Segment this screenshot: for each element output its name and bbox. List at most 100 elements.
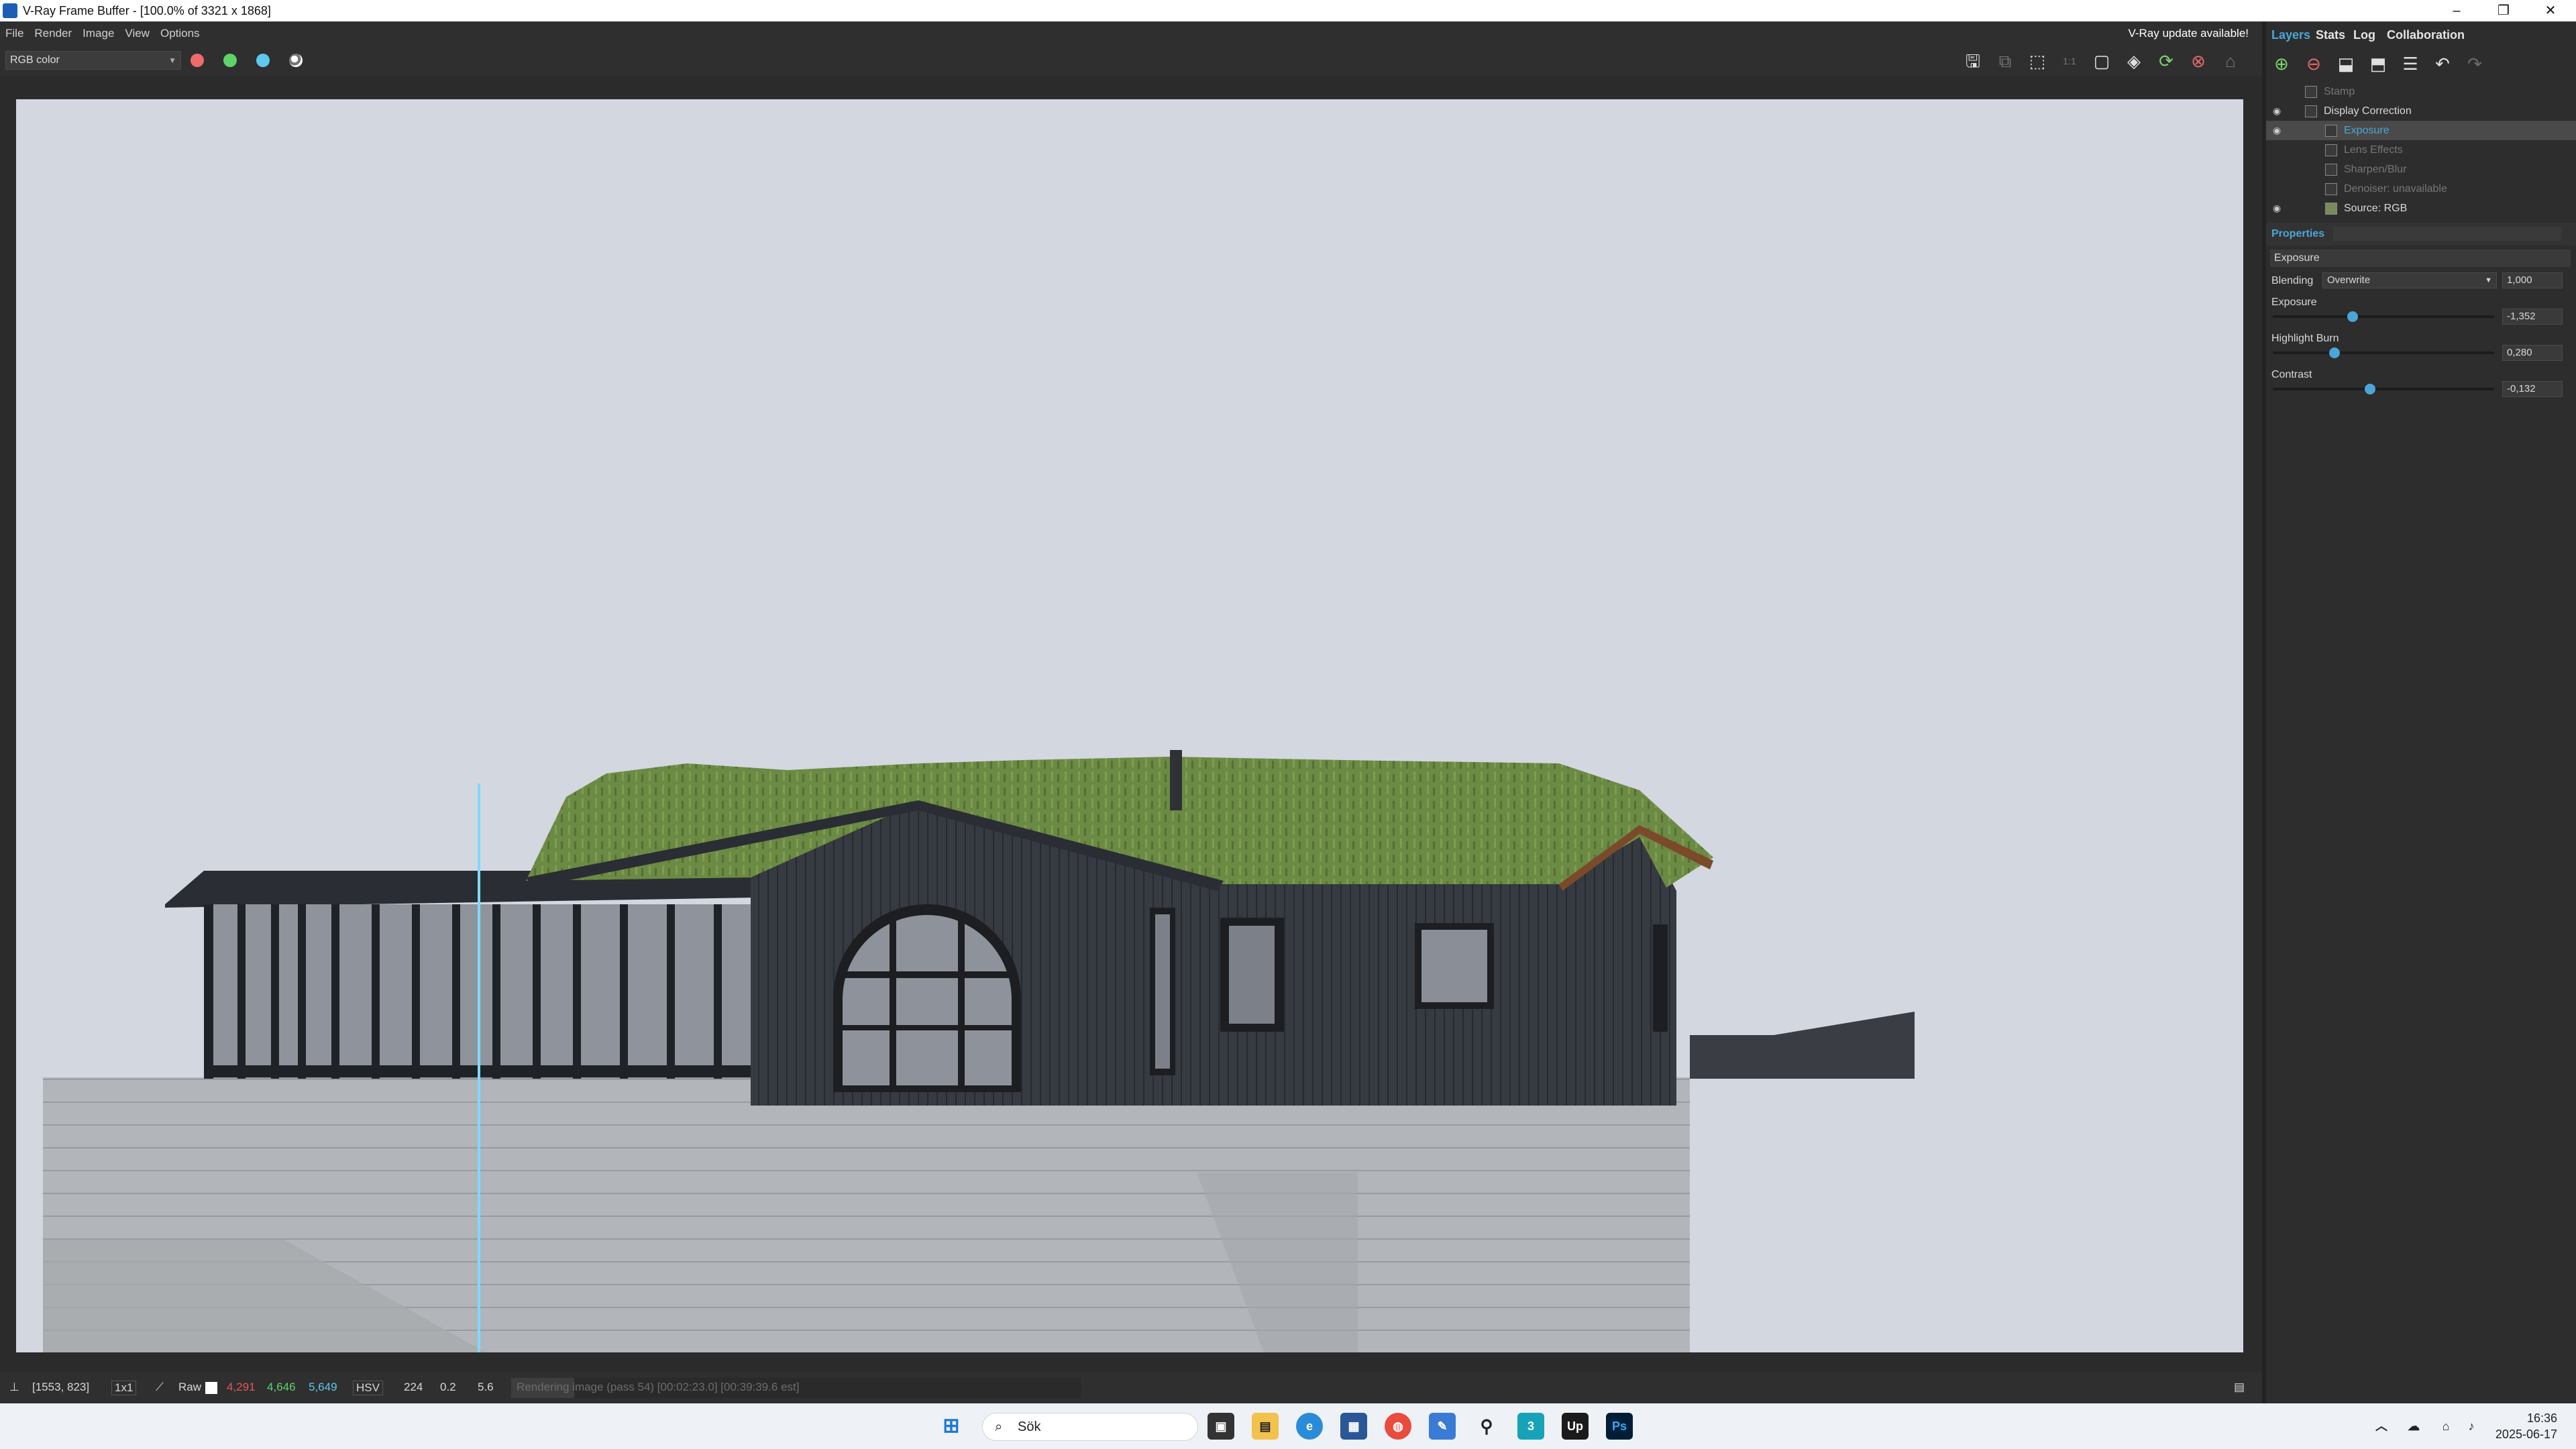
- minimize-button[interactable]: –: [2436, 0, 2477, 21]
- layer-tree: Stamp ◉ Display Correction ◉ Exposure Lens…: [2266, 82, 2576, 243]
- slider-track[interactable]: [2273, 347, 2494, 358]
- compare-icon[interactable]: 1:1: [2058, 50, 2081, 72]
- blending-label: Blending: [2271, 275, 2314, 286]
- properties-header: Properties: [2271, 228, 2325, 239]
- slider-track[interactable]: [2273, 311, 2494, 322]
- 3dsmax-icon[interactable]: 3: [1517, 1413, 1544, 1440]
- sharpen-icon: [2325, 164, 2337, 176]
- magnifier-icon[interactable]: ⚲: [1473, 1413, 1500, 1440]
- slider-knob[interactable]: [2365, 384, 2376, 394]
- layer-list-icon[interactable]: ☰: [2399, 52, 2422, 75]
- slider-knob[interactable]: [2329, 347, 2341, 358]
- blending-value-field[interactable]: 1,000: [2502, 272, 2563, 288]
- sketchup-icon[interactable]: ✎: [1429, 1413, 1456, 1440]
- cloud-icon[interactable]: ☁: [2400, 1413, 2427, 1440]
- layer-row-selected[interactable]: ◉ Exposure: [2266, 121, 2576, 140]
- side-panel: Layers Stats Log Collaboration ⊕ ⊖ ⬓ ⬒ ☰…: [2262, 21, 2576, 1403]
- chevron-down-icon: ▼: [2485, 276, 2492, 284]
- layer-name: Display Correction: [2324, 105, 2412, 117]
- red-channel-toggle[interactable]: [191, 54, 204, 67]
- store-icon[interactable]: ▦: [1340, 1413, 1367, 1440]
- blue-channel-toggle[interactable]: [256, 54, 270, 67]
- layer-row[interactable]: Stamp: [2266, 82, 2576, 101]
- taskbar-search[interactable]: ⌕ Sök: [982, 1413, 1198, 1441]
- layer-name: Exposure: [2344, 125, 2390, 136]
- windows-start-icon[interactable]: ⊞: [938, 1413, 965, 1440]
- slider-value-field[interactable]: -1,352: [2502, 309, 2563, 325]
- tab-stats[interactable]: Stats: [2316, 28, 2345, 42]
- edge-icon[interactable]: e: [1296, 1413, 1323, 1440]
- tab-collaboration[interactable]: Collaboration: [2387, 28, 2465, 42]
- layer-row[interactable]: Lens Effects: [2266, 140, 2576, 160]
- stop-render-icon[interactable]: ⊗: [2187, 50, 2210, 72]
- rendered-image[interactable]: [16, 99, 2243, 1352]
- layer-row[interactable]: Denoiser: unavailable: [2266, 179, 2576, 199]
- undo-icon[interactable]: ↶: [2431, 52, 2454, 75]
- copy-icon[interactable]: ⧉: [1994, 50, 2017, 72]
- log-icon[interactable]: ▤: [2234, 1381, 2245, 1394]
- clock[interactable]: 16:36 2025-06-17: [2496, 1410, 2557, 1442]
- slider-value-field[interactable]: -0,132: [2502, 381, 2563, 397]
- close-button[interactable]: ✕: [2530, 0, 2571, 21]
- network-icon[interactable]: ⌂: [2432, 1413, 2459, 1440]
- blue-value: 5,649: [309, 1381, 337, 1393]
- green-channel-toggle[interactable]: [223, 54, 237, 67]
- slider-value-field[interactable]: 0,280: [2502, 345, 2563, 361]
- menu-render[interactable]: Render: [29, 21, 77, 46]
- channel-value: RGB color: [10, 54, 60, 66]
- menu-options[interactable]: Options: [155, 21, 205, 46]
- update-notice[interactable]: V-Ray update available!: [2123, 21, 2254, 46]
- saturation-value: 0.2: [440, 1381, 456, 1393]
- layer-row[interactable]: ◉ Source: RGB: [2266, 199, 2576, 218]
- file-explorer-icon[interactable]: ▤: [1252, 1413, 1279, 1440]
- volume-icon[interactable]: ♪: [2458, 1413, 2485, 1440]
- photoshop-icon[interactable]: Ps: [1606, 1413, 1633, 1440]
- layer-name: Source: RGB: [2344, 203, 2408, 214]
- layer-row[interactable]: Sharpen/Blur: [2266, 160, 2576, 179]
- load-layers-icon[interactable]: ⬒: [2367, 52, 2390, 75]
- redo-icon[interactable]: ↷: [2463, 52, 2486, 75]
- window-title: V-Ray Frame Buffer - [100.0% of 3321 x 1…: [23, 4, 271, 17]
- track-mouse-icon[interactable]: ◈: [2123, 50, 2145, 72]
- rendered-house-image: [43, 750, 1915, 1352]
- slider-knob[interactable]: [2347, 311, 2358, 322]
- task-view-icon[interactable]: ▣: [1208, 1413, 1234, 1440]
- alpha-channel-toggle[interactable]: [289, 54, 303, 67]
- save-layers-icon[interactable]: ⬓: [2334, 52, 2357, 75]
- layer-row[interactable]: ◉ Display Correction: [2266, 101, 2576, 121]
- clock-date: 2025-06-17: [2495, 1428, 2557, 1441]
- upwork-icon[interactable]: Up: [1562, 1413, 1589, 1440]
- channel-select[interactable]: RGB color ▼: [5, 51, 181, 70]
- properties-search[interactable]: [2333, 227, 2561, 241]
- slider-track[interactable]: [2273, 384, 2494, 394]
- zoom-select[interactable]: 1x1: [111, 1381, 137, 1395]
- render-region-icon[interactable]: ▢: [2090, 50, 2113, 72]
- raw-mode[interactable]: Raw: [178, 1381, 201, 1394]
- menu-image[interactable]: Image: [77, 21, 119, 46]
- render-last-icon[interactable]: ⌂: [2219, 50, 2242, 72]
- colorspace-select[interactable]: HSV: [353, 1381, 383, 1395]
- layer-name: Lens Effects: [2344, 144, 2403, 156]
- eye-icon[interactable]: ◉: [2273, 101, 2281, 121]
- chrome-icon[interactable]: ◍: [1385, 1413, 1411, 1440]
- eye-icon[interactable]: ◉: [2273, 199, 2281, 218]
- render-progress-text: Rendering image (pass 54) [00:02:23.0] […: [517, 1381, 800, 1393]
- blending-select[interactable]: Overwrite ▼: [2322, 272, 2497, 288]
- save-icon[interactable]: 🖫: [1962, 50, 1984, 72]
- refresh-render-icon[interactable]: ⟳: [2155, 50, 2178, 72]
- tab-layers[interactable]: Layers: [2271, 28, 2310, 42]
- taskbar: ⊞ ⌕ Sök ▣ ▤ e ▦ ◍ ✎ ⚲ 3 Up Ps ︿ ☁ ⌂ ♪ 16:…: [0, 1403, 2576, 1449]
- region-render-icon[interactable]: ⬚: [2026, 50, 2049, 72]
- stamp-layer-icon: [2305, 86, 2317, 98]
- add-layer-icon[interactable]: ⊕: [2270, 52, 2293, 75]
- curve-icon[interactable]: ⟋: [156, 1381, 164, 1394]
- restore-button[interactable]: ❐: [2483, 0, 2524, 21]
- render-viewport[interactable]: [0, 76, 2262, 1373]
- menu-view[interactable]: View: [119, 21, 155, 46]
- tab-log[interactable]: Log: [2353, 28, 2375, 42]
- menu-file[interactable]: File: [0, 21, 29, 46]
- eye-icon[interactable]: ◉: [2273, 121, 2281, 140]
- pick-icon[interactable]: ⊥: [9, 1381, 19, 1394]
- delete-layer-icon[interactable]: ⊖: [2302, 52, 2325, 75]
- chevron-up-icon[interactable]: ︿: [2368, 1413, 2395, 1440]
